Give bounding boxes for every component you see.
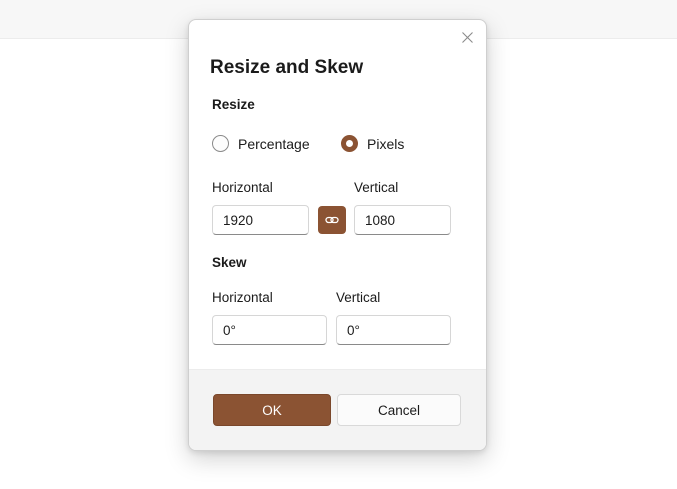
radio-pixels[interactable]: Pixels xyxy=(341,135,404,152)
radio-pixels-circle[interactable] xyxy=(341,135,358,152)
cancel-button[interactable]: Cancel xyxy=(337,394,461,426)
close-button[interactable] xyxy=(456,26,478,48)
skew-vertical-input[interactable] xyxy=(336,315,451,345)
close-icon xyxy=(461,31,473,43)
skew-horizontal-label: Horizontal xyxy=(212,290,273,305)
resize-section-label: Resize xyxy=(212,97,255,112)
maintain-aspect-ratio-button[interactable] xyxy=(318,206,346,234)
skew-section-label: Skew xyxy=(212,255,247,270)
link-icon xyxy=(325,216,339,224)
resize-horizontal-label: Horizontal xyxy=(212,180,273,195)
radio-percentage[interactable]: Percentage xyxy=(212,135,310,152)
radio-percentage-circle[interactable] xyxy=(212,135,229,152)
radio-pixels-label: Pixels xyxy=(367,135,405,152)
resize-horizontal-input[interactable] xyxy=(212,205,309,235)
ok-button[interactable]: OK xyxy=(213,394,331,426)
dialog-title: Resize and Skew xyxy=(210,57,364,78)
radio-percentage-label: Percentage xyxy=(238,135,310,152)
resize-vertical-label: Vertical xyxy=(354,180,399,195)
resize-skew-dialog: Resize and Skew Resize Percentage Pixels… xyxy=(188,19,487,451)
resize-vertical-input[interactable] xyxy=(354,205,451,235)
skew-horizontal-input[interactable] xyxy=(212,315,327,345)
dialog-footer: OK Cancel xyxy=(189,369,486,450)
skew-vertical-label: Vertical xyxy=(336,290,381,305)
